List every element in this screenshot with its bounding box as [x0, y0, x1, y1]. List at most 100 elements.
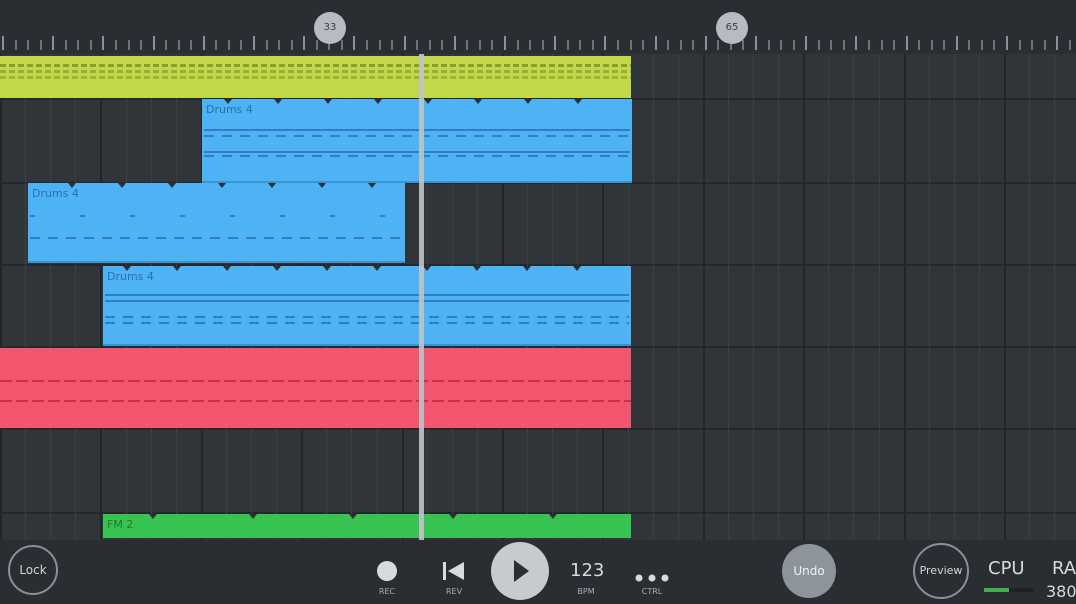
rev-label: REV — [445, 587, 463, 596]
ruler-tick — [955, 36, 958, 50]
ruler-tick — [679, 40, 682, 50]
ram-label: RA — [1052, 558, 1076, 579]
preview-label: Preview — [919, 564, 963, 577]
play-icon — [514, 560, 529, 582]
ruler-tick — [265, 40, 268, 50]
ruler-tick — [403, 36, 406, 50]
ruler-tick — [604, 36, 607, 50]
drums-clip[interactable]: Drums 4 — [202, 99, 632, 183]
fm-clip[interactable]: FM 2 — [103, 514, 631, 538]
ruler-tick — [654, 36, 657, 50]
ruler-tick — [554, 36, 557, 50]
ruler-tick — [993, 40, 996, 50]
grid-line — [25, 54, 27, 540]
ruler-marker-65[interactable]: 65 — [716, 12, 748, 44]
ruler-tick — [378, 40, 381, 50]
ruler-tick — [830, 40, 833, 50]
ruler-tick — [1043, 40, 1046, 50]
ruler-tick — [77, 40, 80, 50]
ruler-tick — [629, 40, 632, 50]
ruler-tick — [215, 40, 218, 50]
ruler-tick — [579, 40, 582, 50]
ruler-tick — [64, 40, 67, 50]
grid-line — [652, 54, 654, 540]
ruler-tick — [566, 40, 569, 50]
ruler-tick — [591, 40, 594, 50]
ruler-tick — [742, 40, 745, 50]
rewind-button[interactable] — [442, 560, 466, 582]
ruler-tick — [943, 40, 946, 50]
preview-button[interactable]: Preview — [913, 543, 969, 599]
ruler-tick — [2, 36, 4, 50]
ruler-tick — [114, 40, 117, 50]
ruler-tick — [353, 36, 356, 50]
ruler-tick — [529, 40, 532, 50]
grid-line — [677, 54, 679, 540]
timeline-ruler[interactable] — [0, 0, 1076, 56]
tempo-display[interactable]: 123 — [570, 560, 604, 581]
rewind-icon — [443, 562, 464, 580]
ruler-tick — [441, 40, 444, 50]
cpu-meter — [984, 588, 1034, 592]
ruler-tick — [1056, 36, 1059, 50]
ruler-tick — [202, 36, 205, 50]
more-icon[interactable] — [634, 567, 670, 582]
grid-line — [727, 54, 729, 540]
ruler-tick — [893, 40, 896, 50]
ruler-tick — [315, 40, 318, 50]
grid-line — [778, 54, 780, 540]
ruler-tick — [453, 36, 456, 50]
grid-line — [828, 54, 830, 540]
ruler-tick — [918, 40, 921, 50]
lock-button[interactable]: Lock — [8, 545, 58, 595]
ruler-tick — [127, 40, 130, 50]
record-button[interactable] — [377, 561, 397, 581]
ruler-tick — [478, 40, 481, 50]
grid-line — [1054, 54, 1056, 540]
ruler-tick — [1006, 36, 1008, 50]
ruler-tick — [642, 40, 645, 50]
ram-value: 380 — [1046, 582, 1076, 601]
audio-clip[interactable] — [0, 348, 631, 428]
ruler-tick — [968, 40, 971, 50]
ruler-tick — [278, 40, 281, 50]
ruler-tick — [980, 40, 983, 50]
ctrl-label: CTRL — [641, 587, 663, 596]
ruler-tick — [504, 36, 506, 50]
ruler-tick — [340, 40, 343, 50]
ruler-tick — [227, 40, 230, 50]
grid-line — [853, 54, 855, 540]
grid-line — [50, 54, 52, 540]
clip-label: Drums 4 — [107, 270, 154, 283]
pattern-clip[interactable] — [0, 56, 631, 98]
grid-line — [928, 54, 930, 540]
playlist-area[interactable]: Drums 4 Drums 4 Drums 4 FM 2 — [0, 54, 1076, 540]
ruler-tick — [805, 36, 808, 50]
grid-line — [1029, 54, 1031, 540]
ruler-tick — [52, 36, 55, 50]
drums-clip[interactable]: Drums 4 — [103, 266, 631, 346]
grid-line — [878, 54, 880, 540]
ruler-marker-33[interactable]: 33 — [314, 12, 346, 44]
undo-button[interactable]: Undo — [782, 544, 836, 598]
track-separator — [0, 428, 1076, 430]
ruler-tick — [1018, 40, 1021, 50]
ruler-tick — [717, 40, 720, 50]
rec-label: REC — [378, 587, 396, 596]
ruler-tick — [89, 40, 92, 50]
ruler-tick — [1031, 40, 1034, 50]
ruler-tick — [102, 36, 105, 50]
ruler-tick — [152, 36, 155, 50]
drums-clip[interactable]: Drums 4 — [28, 183, 405, 263]
ruler-tick — [541, 40, 544, 50]
play-button[interactable] — [491, 542, 549, 600]
ruler-tick — [792, 40, 795, 50]
clip-label: Drums 4 — [206, 103, 253, 116]
ruler-tick — [428, 40, 431, 50]
playhead[interactable] — [419, 54, 424, 540]
ruler-tick — [905, 36, 908, 50]
clip-label: FM 2 — [107, 518, 134, 531]
ruler-tick — [140, 40, 143, 50]
ruler-tick — [855, 36, 858, 50]
ruler-tick — [303, 36, 306, 50]
